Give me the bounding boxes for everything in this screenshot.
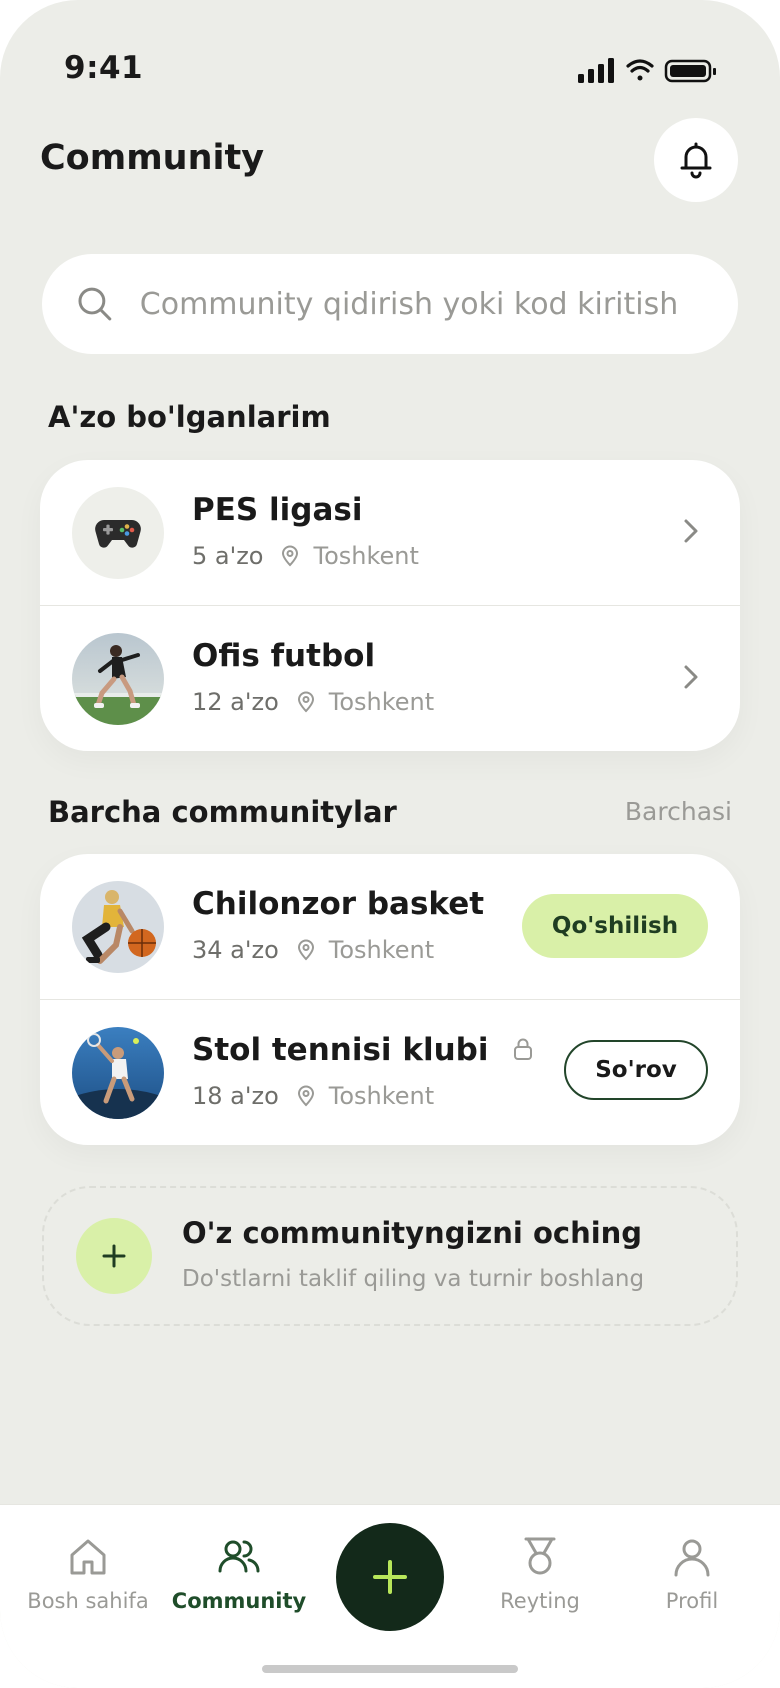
join-button[interactable]: Qo'shilish xyxy=(522,894,708,958)
tab-profile[interactable]: Profil xyxy=(617,1535,767,1613)
add-button[interactable] xyxy=(336,1523,444,1631)
community-name: PES ligasi xyxy=(192,492,363,528)
member-count: 12 a'zo xyxy=(192,688,279,716)
all-communities-card: Chilonzor basket 34 a'zo Toshkent Qo'shi… xyxy=(40,854,740,1145)
community-avatar xyxy=(72,487,164,579)
community-meta: 18 a'zo Toshkent xyxy=(192,1082,434,1110)
location-pin-icon xyxy=(282,545,299,567)
location-pin-icon xyxy=(297,691,314,713)
tab-label: Profil xyxy=(665,1589,719,1613)
list-item[interactable]: PES ligasi 5 a'zo Toshkent xyxy=(40,460,740,605)
create-community-title: O'z communityngizni oching xyxy=(182,1216,643,1250)
community-name: Stol tennisi klubi xyxy=(192,1032,533,1068)
all-communities-title: Barcha communitylar xyxy=(48,795,397,829)
search-icon xyxy=(78,287,112,321)
tab-rating[interactable]: Reyting xyxy=(465,1535,615,1613)
battery-icon xyxy=(664,59,716,83)
chevron-right-icon xyxy=(684,665,698,689)
community-name: Chilonzor basket xyxy=(192,886,485,922)
bell-icon xyxy=(680,142,712,179)
create-community-subtitle: Do'stlarni taklif qiling va turnir boshl… xyxy=(182,1266,645,1292)
list-item[interactable]: Stol tennisi klubi 18 a'zo Toshkent So'r… xyxy=(40,999,740,1145)
home-icon xyxy=(70,1539,106,1575)
users-icon xyxy=(218,1540,260,1573)
gamepad-icon xyxy=(95,520,141,548)
lock-icon xyxy=(514,1038,533,1060)
community-meta: 34 a'zo Toshkent xyxy=(192,936,434,964)
community-avatar xyxy=(72,633,164,725)
community-location: Toshkent xyxy=(328,1082,435,1110)
community-name: Ofis futbol xyxy=(192,638,376,674)
tab-label: Community xyxy=(171,1589,307,1613)
community-avatar xyxy=(72,881,164,973)
tennis-player-photo xyxy=(72,1027,164,1119)
football-player-photo xyxy=(72,633,164,725)
status-time: 9:41 xyxy=(64,50,144,86)
create-community-card[interactable]: O'z communityngizni oching Do'stlarni ta… xyxy=(42,1186,738,1326)
community-meta: 5 a'zo Toshkent xyxy=(192,542,419,570)
signal-icon xyxy=(578,58,614,83)
community-location: Toshkent xyxy=(328,688,435,716)
tab-label: Bosh sahifa xyxy=(27,1589,149,1613)
search-input[interactable] xyxy=(137,285,738,323)
location-pin-icon xyxy=(297,1085,314,1107)
basketball-player-photo xyxy=(72,881,164,973)
page-title: Community xyxy=(40,138,265,178)
plus-icon xyxy=(373,1560,407,1594)
plus-icon xyxy=(102,1244,126,1268)
community-avatar xyxy=(72,1027,164,1119)
search-bar[interactable] xyxy=(42,254,738,354)
tab-bar: Bosh sahifa Community Reyting Profil xyxy=(0,1504,780,1688)
tab-label: Reyting xyxy=(500,1589,580,1613)
my-communities-card: PES ligasi 5 a'zo Toshkent Ofis futbol 1… xyxy=(40,460,740,751)
status-icons xyxy=(578,58,716,83)
request-button[interactable]: So'rov xyxy=(564,1040,708,1100)
see-all-link[interactable]: Barchasi xyxy=(625,797,732,826)
medal-icon xyxy=(524,1537,556,1575)
list-item[interactable]: Chilonzor basket 34 a'zo Toshkent Qo'shi… xyxy=(40,854,740,999)
chevron-right-icon xyxy=(684,519,698,543)
notifications-button[interactable] xyxy=(654,118,738,202)
member-count: 34 a'zo xyxy=(192,936,279,964)
tab-community[interactable]: Community xyxy=(164,1535,314,1613)
community-name-text: Stol tennisi klubi xyxy=(192,1032,489,1068)
member-count: 5 a'zo xyxy=(192,542,264,570)
location-pin-icon xyxy=(297,939,314,961)
my-communities-title: A'zo bo'lganlarim xyxy=(48,400,331,434)
community-meta: 12 a'zo Toshkent xyxy=(192,688,434,716)
home-indicator xyxy=(262,1665,518,1673)
create-community-button[interactable] xyxy=(76,1218,152,1294)
phone-screen: 9:41 Community Community qidirish yoki k… xyxy=(0,0,780,1688)
tab-home[interactable]: Bosh sahifa xyxy=(13,1535,163,1613)
member-count: 18 a'zo xyxy=(192,1082,279,1110)
user-icon xyxy=(674,1539,710,1577)
community-location: Toshkent xyxy=(313,542,419,570)
list-item[interactable]: Ofis futbol 12 a'zo Toshkent xyxy=(40,605,740,751)
wifi-icon xyxy=(626,59,654,81)
community-location: Toshkent xyxy=(328,936,435,964)
